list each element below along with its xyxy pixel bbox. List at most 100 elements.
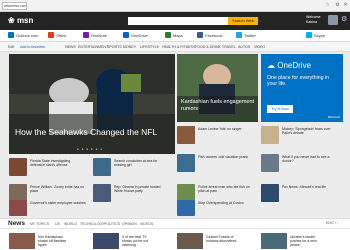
news-thumbnail[interactable] bbox=[261, 233, 287, 249]
user-name: Katrina bbox=[306, 19, 318, 24]
news-thumbnail[interactable] bbox=[93, 233, 119, 249]
app-label: Office bbox=[56, 33, 67, 38]
story-thumbnail bbox=[261, 184, 279, 202]
story-thumbnail bbox=[177, 126, 195, 144]
chevron-left-icon[interactable]: ‹ bbox=[335, 221, 336, 225]
try-it-now-button[interactable]: Try it Now bbox=[267, 105, 293, 113]
nav-sports[interactable]: SPORTS bbox=[107, 44, 122, 50]
maps-icon bbox=[165, 32, 171, 38]
msn-logo[interactable]: ❀ msn bbox=[8, 16, 33, 26]
app-office[interactable]: Office bbox=[48, 32, 66, 40]
app-launcher: Outlook.com Office OneNote OneDrive Maps… bbox=[0, 30, 350, 42]
app-maps[interactable]: Maps bbox=[165, 32, 183, 40]
story-title: Stop Overspending at Costco bbox=[198, 201, 244, 205]
outlook-icon bbox=[8, 32, 14, 38]
story-thumbnail bbox=[9, 200, 27, 216]
nav-travel[interactable]: TRAVEL bbox=[222, 44, 236, 50]
msn-header: ❀ msn Search Web Welcome Katrina ⚙ bbox=[0, 12, 350, 30]
news-thumbnail[interactable] bbox=[177, 233, 203, 249]
list-item[interactable]: Fish owners' odd vacation prank bbox=[177, 154, 259, 172]
onedrive-icon bbox=[123, 32, 129, 38]
story-title: Prince William: Zooey bride has no place bbox=[30, 185, 85, 194]
list-item[interactable]: Mickey: 'Spongebob' fears over Palin's d… bbox=[261, 126, 343, 144]
nav-money[interactable]: MONEY bbox=[123, 44, 136, 50]
tab-technology[interactable]: TECHNOLOGY bbox=[80, 222, 105, 227]
story-title: Fox News: Stewart's real life bbox=[282, 185, 327, 189]
list-item[interactable]: Stop Overspending at Costco bbox=[177, 200, 259, 216]
story-title: Rep: Obama in private hosted White House… bbox=[114, 185, 161, 194]
story-title: Fish owners' odd vacation prank bbox=[198, 155, 249, 159]
chevron-right-icon[interactable]: › bbox=[337, 221, 338, 225]
nav-food[interactable]: FOOD & DRINK bbox=[195, 44, 221, 50]
user-greeting[interactable]: Welcome Katrina bbox=[306, 15, 326, 24]
ad-microsoft: Microsoft bbox=[327, 115, 340, 119]
hero-story[interactable]: How the Seahawks Changed the NFL ● ● ● ●… bbox=[9, 54, 175, 154]
story-thumbnail bbox=[177, 154, 195, 172]
search-input[interactable] bbox=[128, 17, 228, 25]
close-icon[interactable]: ✕ bbox=[342, 2, 349, 9]
news-item-title[interactable]: 9 of the best TV shows you're not watchi… bbox=[122, 235, 156, 248]
app-outlook[interactable]: Outlook.com bbox=[8, 32, 38, 40]
tab-us[interactable]: US bbox=[55, 222, 60, 227]
gear-icon[interactable]: ⚙ bbox=[334, 2, 341, 9]
app-label: Outlook.com bbox=[16, 33, 39, 38]
featured-story[interactable]: Kardashian fuels engagement rumors bbox=[177, 54, 258, 122]
story-title: Governor's sister employee crashes bbox=[30, 201, 86, 205]
facebook-icon bbox=[197, 32, 203, 38]
tab-world[interactable]: WORLD bbox=[64, 222, 77, 227]
address-bar[interactable]: www.msn.com bbox=[2, 2, 27, 10]
onenote-icon bbox=[83, 32, 89, 38]
news-item-title[interactable]: Giuliani Fossils of humans discovered bbox=[206, 235, 240, 243]
news-thumbnail[interactable] bbox=[9, 233, 35, 249]
tab-my-topics[interactable]: MY TOPICS bbox=[30, 222, 49, 227]
app-skype[interactable]: Skype bbox=[306, 32, 325, 40]
list-item[interactable]: Fox News: Stewart's real life bbox=[261, 184, 343, 202]
app-twitter[interactable]: Twitter bbox=[236, 32, 256, 40]
nav-lifestyle[interactable]: LIFESTYLE bbox=[140, 44, 159, 50]
nav-entertainment[interactable]: ENTERTAINMENT bbox=[78, 44, 108, 50]
ad-brand: ☁ OneDrive bbox=[267, 61, 311, 70]
list-item[interactable]: Search concludes at sea for missing girl bbox=[93, 158, 175, 176]
news-item-title[interactable]: Ukraine's leader pushes for a new peace bbox=[290, 235, 324, 248]
office-icon bbox=[48, 32, 54, 38]
list-item[interactable]: What if you never had to see a doctor? bbox=[261, 154, 343, 172]
browser-toolbar: www.msn.com ☆ ⚙ ✕ bbox=[0, 0, 350, 12]
news-heading: News bbox=[8, 220, 25, 227]
nav-video[interactable]: VIDEO bbox=[254, 44, 265, 50]
app-label: Facebook bbox=[205, 33, 223, 38]
search-button[interactable]: Search Web bbox=[228, 17, 258, 25]
butterfly-icon: ❀ bbox=[8, 16, 15, 25]
nav-add-favorites[interactable]: Add to favorites bbox=[20, 44, 45, 50]
logo-text: msn bbox=[16, 16, 34, 25]
tab-politics[interactable]: POLITICS bbox=[104, 222, 120, 227]
app-label: OneDrive bbox=[131, 33, 148, 38]
news-item-title[interactable]: Kim Kardashian shows off flawless figure bbox=[38, 235, 72, 248]
story-thumbnail bbox=[93, 184, 111, 202]
featured-title: Kardashian fuels engagement rumors bbox=[181, 99, 255, 112]
app-facebook[interactable]: Facebook bbox=[197, 32, 223, 40]
edit-label: EDIT bbox=[326, 221, 334, 225]
list-item[interactable]: Adam Levine 'hits' on singer bbox=[177, 126, 259, 144]
ad-brand-text: OneDrive bbox=[277, 61, 312, 70]
avatar[interactable] bbox=[328, 15, 338, 25]
story-thumbnail bbox=[93, 158, 111, 176]
star-icon[interactable]: ☆ bbox=[324, 2, 331, 9]
list-item[interactable]: Governor's sister employee crashes bbox=[9, 200, 91, 216]
tab-opinion[interactable]: OPINION bbox=[122, 222, 137, 227]
story-title: What if you never had to see a doctor? bbox=[282, 155, 330, 164]
nav-autos[interactable]: AUTOS bbox=[238, 44, 250, 50]
tab-videos[interactable]: VIDEOS bbox=[140, 222, 153, 227]
settings-gear-icon[interactable]: ⚙ bbox=[341, 16, 347, 24]
app-onenote[interactable]: OneNote bbox=[83, 32, 107, 40]
carousel-dots[interactable]: ● ● ● ● ● ● bbox=[77, 147, 103, 151]
news-edit-control[interactable]: EDIT ‹ › bbox=[326, 221, 338, 226]
nav-health[interactable]: HEALTH & FITNESS bbox=[162, 44, 195, 50]
nav-edit[interactable]: Edit bbox=[8, 44, 14, 50]
nav-news[interactable]: NEWS bbox=[65, 44, 76, 50]
list-item[interactable]: Florida State investigating defensive st… bbox=[9, 158, 91, 176]
app-label: Twitter bbox=[244, 33, 256, 38]
app-onedrive[interactable]: OneDrive bbox=[123, 32, 148, 40]
list-item[interactable]: Rep: Obama in private hosted White House… bbox=[93, 184, 175, 202]
hero-image bbox=[9, 54, 175, 154]
onedrive-ad[interactable]: ☁ OneDrive One place for everything in y… bbox=[261, 54, 343, 122]
